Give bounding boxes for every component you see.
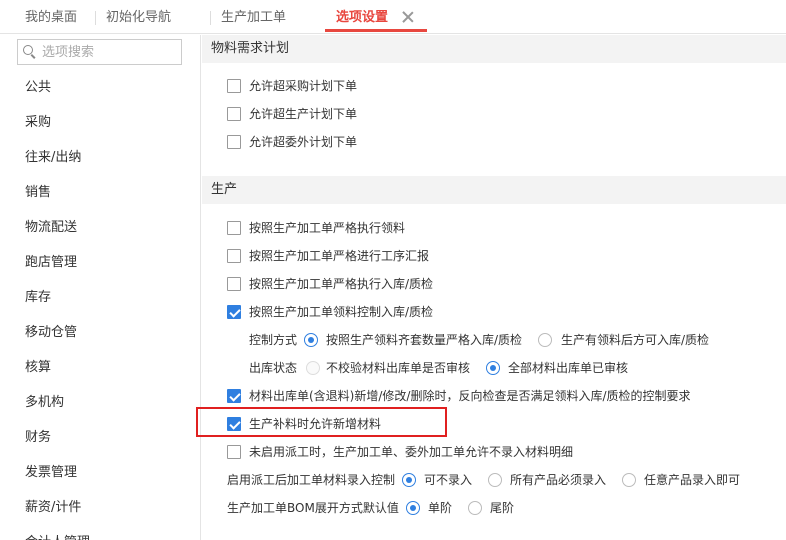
option-label: 材料出库单(含退料)新增/修改/删除时，反向检查是否满足领料入库/质检的控制要求 — [249, 389, 691, 403]
radio-label: 生产有领料后方可入库/质检 — [561, 333, 710, 347]
search-icon — [23, 45, 37, 59]
radio-all-audited[interactable] — [486, 361, 500, 375]
sidebar-item-invoice[interactable]: 发票管理 — [0, 455, 200, 490]
close-icon[interactable] — [402, 11, 414, 23]
option-label: 未启用派工时，生产加工单、委外加工单允许不录入材料明细 — [249, 445, 574, 459]
checkbox[interactable] — [227, 221, 241, 235]
radio-label: 全部材料出库单已审核 — [508, 361, 629, 375]
sidebar-item-inventory[interactable]: 库存 — [0, 280, 200, 315]
option-label: 允许超委外计划下单 — [249, 135, 358, 149]
checkbox[interactable] — [227, 79, 241, 93]
sidebar-item-accounting[interactable]: 核算 — [0, 350, 200, 385]
radio-optional-entry[interactable] — [402, 473, 416, 487]
sidebar-item-finance[interactable]: 财务 — [0, 420, 200, 455]
option-label: 按照生产加工单领料控制入库/质检 — [249, 305, 434, 319]
radio-label: 所有产品必须录入 — [510, 473, 607, 487]
checkbox[interactable] — [227, 445, 241, 459]
sidebar-item-accounts-cashier[interactable]: 往来/出纳 — [0, 140, 200, 175]
radio-after-picking[interactable] — [538, 333, 552, 347]
radio-label: 按照生产领料齐套数量严格入库/质检 — [326, 333, 523, 347]
radio-tail-level[interactable] — [468, 501, 482, 515]
option-label: 按照生产加工单严格执行入库/质检 — [249, 277, 434, 291]
sidebar-item-accountant[interactable]: 会计人管理 — [0, 525, 200, 540]
checkbox[interactable] — [227, 277, 241, 291]
dispatch-entry-label: 启用派工后加工单材料录入控制 — [227, 473, 396, 487]
tab-init-guide[interactable]: 初始化导航 — [106, 0, 171, 34]
tab-bar: 我的桌面 初始化导航 生产加工单 选项设置 — [0, 0, 786, 34]
control-mode-label: 控制方式 — [249, 333, 298, 347]
option-label: 允许超采购计划下单 — [249, 79, 358, 93]
radio-label: 可不录入 — [424, 473, 473, 487]
radio-label: 尾阶 — [490, 501, 515, 515]
tab-divider — [210, 11, 211, 25]
tab-divider — [95, 11, 96, 25]
sidebar-item-purchase[interactable]: 采购 — [0, 105, 200, 140]
sidebar: 公共 采购 往来/出纳 销售 物流配送 跑店管理 库存 移动仓管 核算 多机构 … — [0, 35, 201, 540]
radio-label: 单阶 — [428, 501, 453, 515]
sidebar-item-multi-org[interactable]: 多机构 — [0, 385, 200, 420]
sidebar-item-mobile-warehouse[interactable]: 移动仓管 — [0, 315, 200, 350]
bom-expand-label: 生产加工单BOM展开方式默认值 — [227, 501, 399, 515]
checkbox[interactable] — [227, 107, 241, 121]
option-label: 按照生产加工单严格执行领料 — [249, 221, 406, 235]
radio-label: 任意产品录入即可 — [644, 473, 741, 487]
highlight-box — [196, 407, 447, 437]
section-header-material-plan: 物料需求计划 — [202, 35, 786, 63]
sidebar-item-logistics[interactable]: 物流配送 — [0, 210, 200, 245]
sidebar-item-store-visit[interactable]: 跑店管理 — [0, 245, 200, 280]
tab-production-order[interactable]: 生产加工单 — [221, 0, 286, 34]
section-header-production: 生产 — [202, 176, 786, 204]
radio-any-product[interactable] — [622, 473, 636, 487]
radio-single-level[interactable] — [406, 501, 420, 515]
tab-my-desktop[interactable]: 我的桌面 — [25, 0, 77, 34]
sidebar-item-salary[interactable]: 薪资/计件 — [0, 490, 200, 525]
sidebar-list: 公共 采购 往来/出纳 销售 物流配送 跑店管理 库存 移动仓管 核算 多机构 … — [0, 70, 200, 540]
checkbox[interactable] — [227, 249, 241, 263]
checkbox-checked[interactable] — [227, 305, 241, 319]
sidebar-item-public[interactable]: 公共 — [0, 70, 200, 105]
sidebar-item-sales[interactable]: 销售 — [0, 175, 200, 210]
radio-strict-kit-qty[interactable] — [304, 333, 318, 347]
settings-panel: 物料需求计划 允许超采购计划下单 允许超生产计划下单 允许超委外计划下单 生产 … — [202, 35, 786, 540]
checkbox-checked[interactable] — [227, 389, 241, 403]
outbound-status-label: 出库状态 — [249, 361, 298, 375]
radio-all-products-required[interactable] — [488, 473, 502, 487]
option-label: 允许超生产计划下单 — [249, 107, 358, 121]
active-tab-indicator — [325, 29, 427, 32]
search-box[interactable] — [17, 39, 182, 65]
radio-label: 不校验材料出库单是否审核 — [326, 361, 471, 375]
radio-no-audit-check — [306, 361, 320, 375]
option-label: 按照生产加工单严格进行工序汇报 — [249, 249, 430, 263]
search-input[interactable] — [42, 42, 177, 62]
checkbox[interactable] — [227, 135, 241, 149]
